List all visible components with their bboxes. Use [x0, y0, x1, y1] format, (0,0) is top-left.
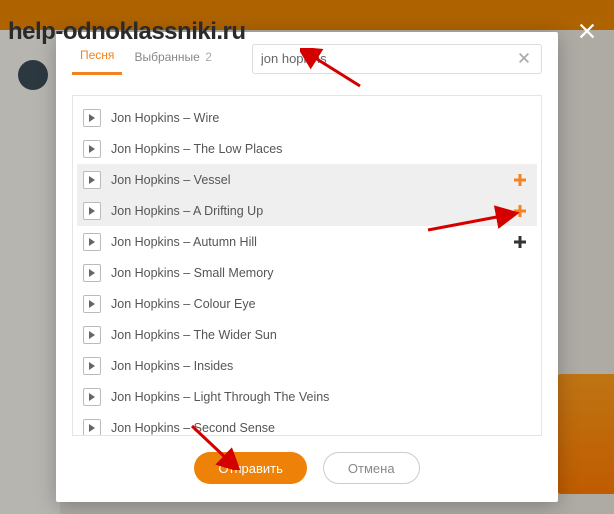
track-title: Jon Hopkins – Second Sense	[111, 421, 529, 435]
play-icon[interactable]	[83, 295, 101, 313]
play-icon[interactable]	[83, 233, 101, 251]
play-icon[interactable]	[83, 171, 101, 189]
play-icon[interactable]	[83, 357, 101, 375]
track-title: Jon Hopkins – Small Memory	[111, 266, 529, 280]
tab-count: 2	[205, 50, 212, 64]
track-list-container: Jon Hopkins – Wire Jon Hopkins – The Low …	[72, 95, 542, 436]
track-row[interactable]: Jon Hopkins – Colour Eye	[77, 288, 537, 319]
track-title: Jon Hopkins – Vessel	[111, 173, 511, 187]
play-icon[interactable]	[83, 326, 101, 344]
add-track-icon[interactable]	[511, 171, 529, 189]
search-input[interactable]	[261, 51, 517, 66]
submit-button[interactable]: Отправить	[194, 452, 306, 484]
modal-close-button[interactable]	[576, 20, 600, 44]
track-title: Jon Hopkins – Light Through The Veins	[111, 390, 529, 404]
play-icon[interactable]	[83, 388, 101, 406]
track-row[interactable]: Jon Hopkins – Insides	[77, 350, 537, 381]
track-row[interactable]: Jon Hopkins – A Drifting Up	[77, 195, 537, 226]
track-row[interactable]: Jon Hopkins – Second Sense	[77, 412, 537, 435]
play-icon[interactable]	[83, 140, 101, 158]
track-list[interactable]: Jon Hopkins – Wire Jon Hopkins – The Low …	[73, 96, 541, 435]
search-field-wrap	[252, 44, 542, 74]
play-icon[interactable]	[83, 202, 101, 220]
track-row[interactable]: Jon Hopkins – Wire	[77, 102, 537, 133]
track-row[interactable]: Jon Hopkins – Vessel	[77, 164, 537, 195]
cancel-button[interactable]: Отмена	[323, 452, 420, 484]
add-track-icon[interactable]	[511, 202, 529, 220]
watermark-text: help-odnoklassniki.ru	[8, 18, 246, 46]
play-icon[interactable]	[83, 264, 101, 282]
add-track-icon[interactable]	[511, 233, 529, 251]
track-row[interactable]: Jon Hopkins – The Wider Sun	[77, 319, 537, 350]
tab-selected[interactable]: Выбранные 2	[126, 44, 219, 74]
clear-search-icon[interactable]	[517, 51, 533, 67]
tab-song[interactable]: Песня	[72, 42, 122, 75]
track-title: Jon Hopkins – The Low Places	[111, 142, 529, 156]
track-title: Jon Hopkins – Colour Eye	[111, 297, 529, 311]
play-icon[interactable]	[83, 109, 101, 127]
track-title: Jon Hopkins – Autumn Hill	[111, 235, 511, 249]
track-title: Jon Hopkins – Insides	[111, 359, 529, 373]
track-title: Jon Hopkins – Wire	[111, 111, 529, 125]
tab-label: Песня	[80, 48, 114, 62]
tab-label: Выбранные	[134, 50, 199, 64]
play-icon[interactable]	[83, 419, 101, 436]
track-title: Jon Hopkins – A Drifting Up	[111, 204, 511, 218]
track-row[interactable]: Jon Hopkins – Light Through The Veins	[77, 381, 537, 412]
track-row[interactable]: Jon Hopkins – The Low Places	[77, 133, 537, 164]
modal-footer: Отправить Отмена	[56, 436, 558, 502]
music-picker-modal: Песня Выбранные 2 Jon Hopkins – WireJon …	[56, 32, 558, 502]
track-row[interactable]: Jon Hopkins – Small Memory	[77, 257, 537, 288]
track-title: Jon Hopkins – The Wider Sun	[111, 328, 529, 342]
track-row[interactable]: Jon Hopkins – Autumn Hill	[77, 226, 537, 257]
